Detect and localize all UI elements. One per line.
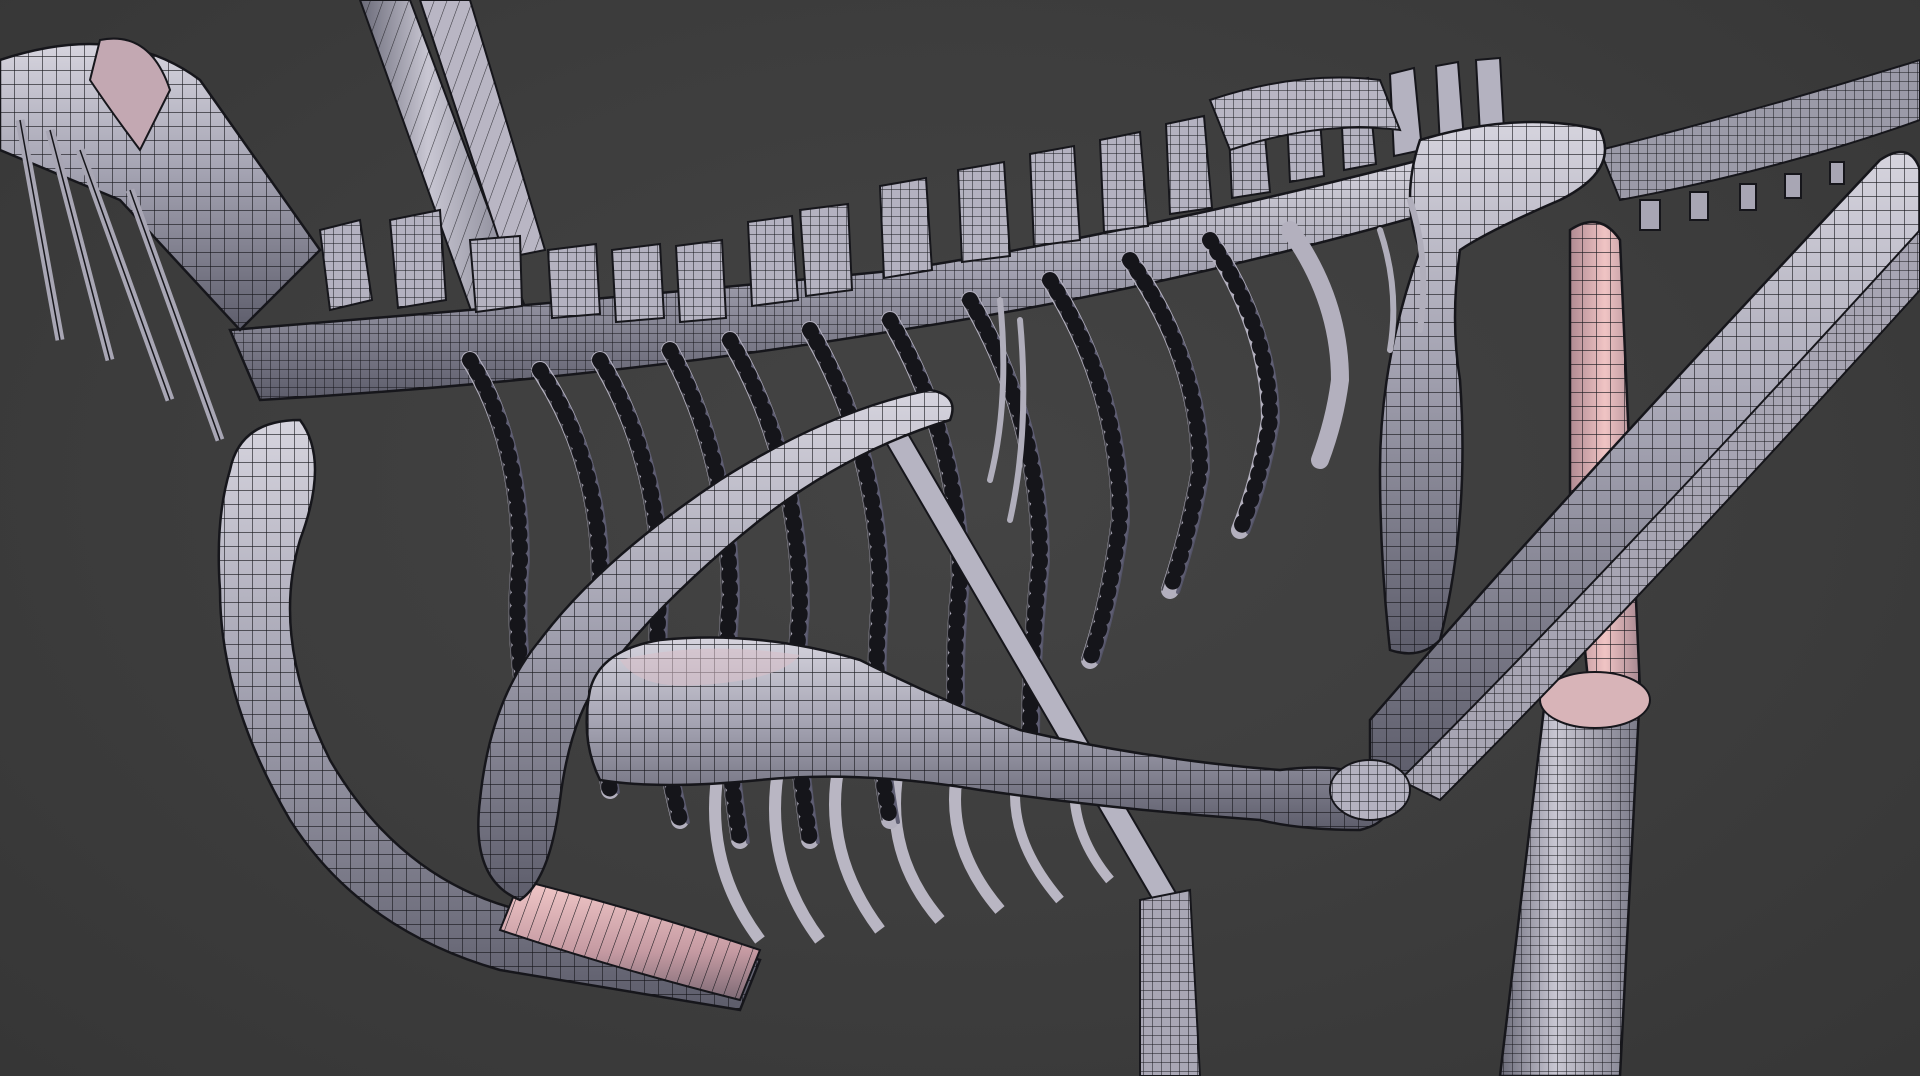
- humerus-bone: [585, 636, 1388, 832]
- wrist-joint: [1329, 759, 1411, 821]
- tibia-bone: [1498, 671, 1651, 1076]
- 3d-viewport[interactable]: [0, 0, 1920, 1076]
- skeleton-render: [0, 0, 1920, 1076]
